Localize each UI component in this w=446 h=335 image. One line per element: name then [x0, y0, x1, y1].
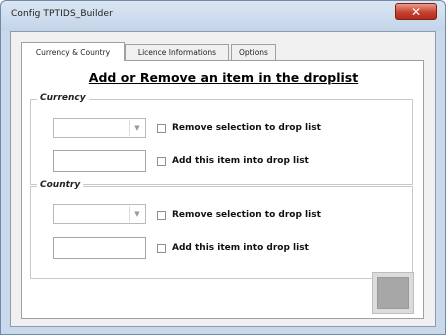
currency-remove-label: Remove selection to drop list [172, 123, 321, 133]
tab-panel-currency-country: Add or Remove an item in the droplist Cu… [21, 60, 424, 319]
tab-options[interactable]: Options [231, 44, 276, 60]
currency-add-input[interactable] [53, 150, 146, 172]
close-icon: ✕ [410, 4, 422, 19]
button-image-icon [377, 277, 409, 309]
close-button[interactable]: ✕ [395, 3, 437, 20]
page-title: Add or Remove an item in the droplist [88, 70, 359, 85]
tab-licence-informations[interactable]: Licence Informations [125, 44, 229, 60]
country-add-label: Add this item into drop list [172, 243, 309, 253]
country-add-checkbox[interactable]: Add this item into drop list [157, 243, 309, 253]
checkbox-icon[interactable] [157, 123, 166, 133]
currency-group-label: Currency [37, 93, 89, 103]
window-title: Config TPTIDS_Builder [11, 9, 113, 19]
chevron-down-icon[interactable]: ▼ [129, 206, 144, 222]
tab-currency-country[interactable]: Currency & Country [21, 42, 125, 61]
checkbox-icon[interactable] [157, 210, 166, 220]
client-area: Currency & Country Licence Informations … [10, 31, 436, 327]
country-group: Country ▼ Remove selection to drop list … [30, 180, 413, 279]
title-bar[interactable]: Config TPTIDS_Builder ✕ [1, 1, 445, 31]
country-remove-checkbox[interactable]: Remove selection to drop list [157, 210, 321, 220]
config-window: Config TPTIDS_Builder ✕ Currency & Count… [0, 0, 446, 335]
chevron-down-icon[interactable]: ▼ [129, 120, 144, 136]
apply-button[interactable] [372, 272, 414, 314]
currency-combo[interactable]: ▼ [53, 118, 146, 138]
currency-add-label: Add this item into drop list [172, 156, 309, 166]
country-combo[interactable]: ▼ [53, 204, 146, 224]
country-add-input[interactable] [53, 237, 146, 259]
currency-add-checkbox[interactable]: Add this item into drop list [157, 156, 309, 166]
currency-remove-checkbox[interactable]: Remove selection to drop list [157, 123, 321, 133]
country-group-label: Country [37, 180, 84, 190]
checkbox-icon[interactable] [157, 156, 166, 166]
checkbox-icon[interactable] [157, 243, 166, 253]
country-remove-label: Remove selection to drop list [172, 210, 321, 220]
currency-group: Currency ▼ Remove selection to drop list… [30, 93, 413, 185]
